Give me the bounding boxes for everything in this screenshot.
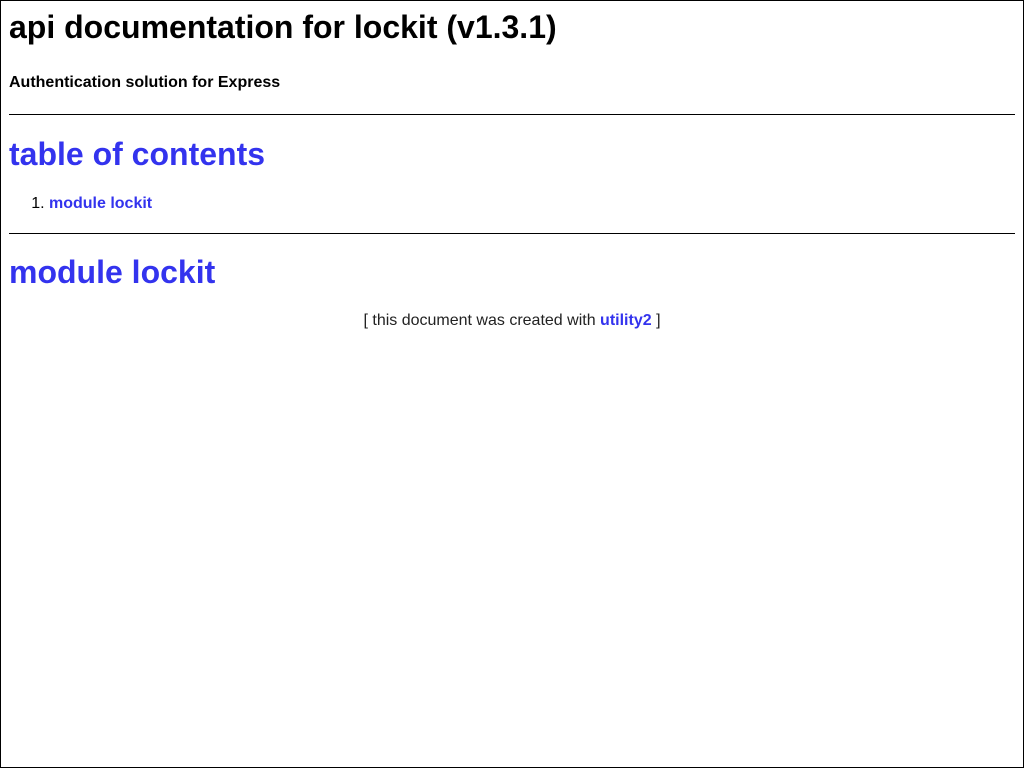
toc-list: module lockit: [9, 195, 1015, 213]
page-subtitle: Authentication solution for Express: [9, 74, 281, 91]
footer-suffix: ]: [656, 312, 661, 329]
page-frame: api documentation for lockit (v1.3.1) Au…: [0, 0, 1024, 768]
toc-heading: table of contents: [9, 136, 266, 172]
toc-list-item: module lockit: [49, 195, 1015, 213]
toc-link-module-lockit[interactable]: module lockit: [49, 195, 152, 212]
utility2-link[interactable]: utility2: [600, 312, 652, 329]
module-heading: module lockit: [9, 254, 216, 290]
page-title: api documentation for lockit (v1.3.1): [9, 9, 557, 45]
divider-toc: [9, 233, 1015, 234]
footer-prefix: [ this document was created with: [363, 312, 596, 329]
divider-header: [9, 114, 1015, 115]
footer-credit: [ this document was created with utility…: [9, 312, 1015, 330]
